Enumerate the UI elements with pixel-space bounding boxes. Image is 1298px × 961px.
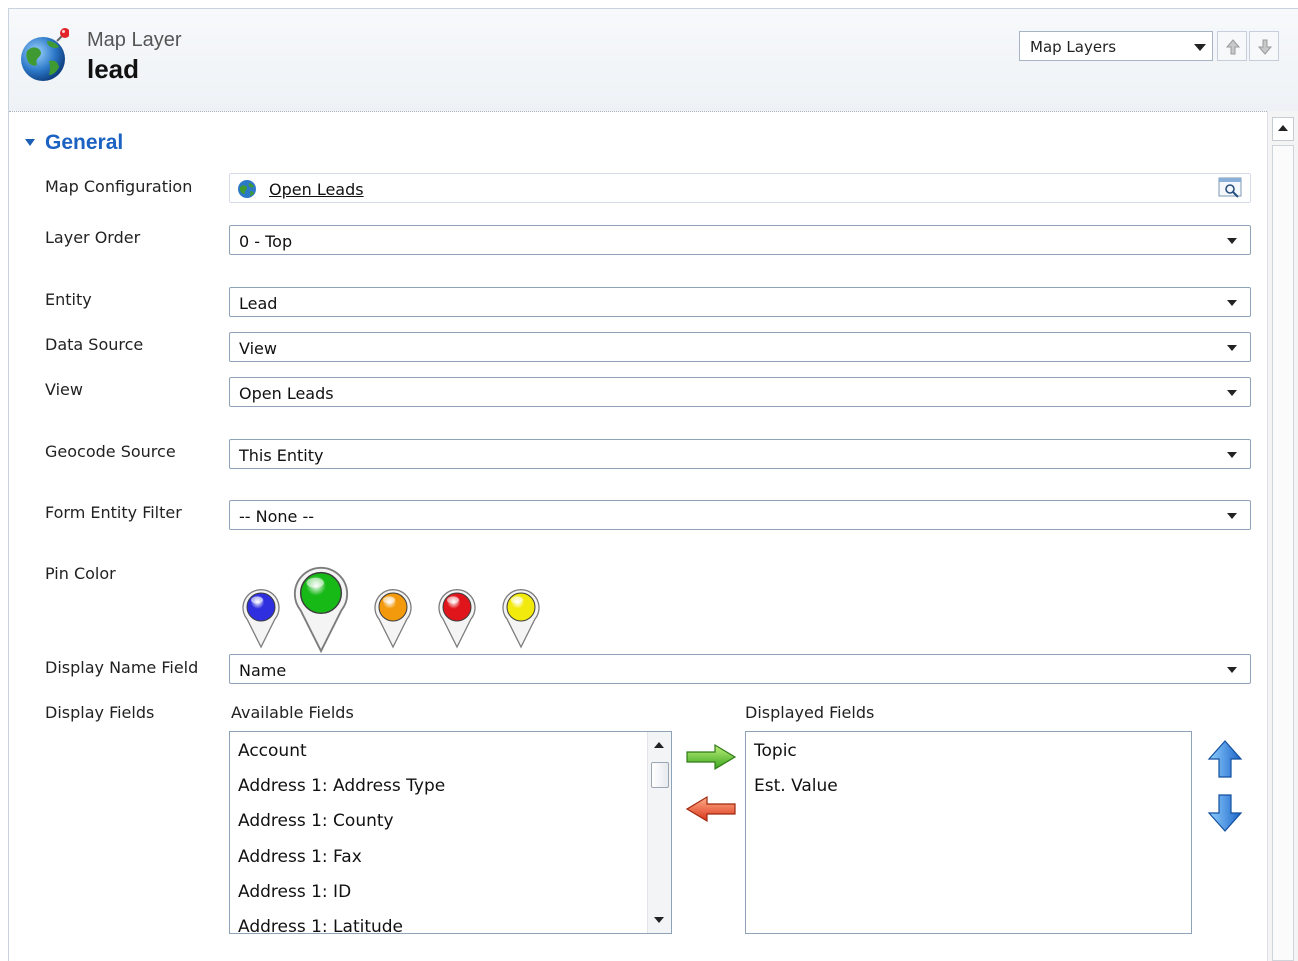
previous-record-button[interactable]: [1217, 31, 1247, 61]
list-item[interactable]: Address 1: County: [238, 811, 394, 831]
view-label: View: [45, 380, 83, 399]
entity-type-label: Map Layer: [87, 29, 182, 51]
pin-color-label: Pin Color: [45, 564, 116, 583]
record-title: lead: [87, 54, 140, 84]
view-select[interactable]: Open Leads: [229, 377, 1251, 407]
form-entity-filter-value: -- None --: [239, 507, 315, 526]
displayed-fields-list[interactable]: Topic Est. Value: [745, 731, 1192, 934]
map-layers-nav-select[interactable]: Map Layers: [1019, 31, 1213, 61]
lookup-search-icon[interactable]: [1218, 177, 1244, 199]
data-source-label: Data Source: [45, 335, 144, 354]
list-item[interactable]: Account: [238, 741, 307, 761]
globe-icon: [21, 28, 69, 81]
list-item[interactable]: Est. Value: [754, 776, 838, 796]
list-item[interactable]: Topic: [754, 741, 797, 761]
scroll-down-icon[interactable]: [654, 917, 664, 923]
next-record-button[interactable]: [1249, 31, 1279, 61]
globe-icon: [238, 180, 256, 198]
list-item[interactable]: Address 1: ID: [238, 882, 351, 902]
list-item[interactable]: Address 1: Address Type: [238, 776, 445, 796]
geocode-source-select[interactable]: This Entity: [229, 439, 1251, 469]
move-down-icon[interactable]: [1207, 793, 1243, 833]
remove-field-arrow-icon[interactable]: [685, 795, 737, 823]
available-fields-scrollbar[interactable]: [647, 732, 671, 933]
pin-yellow-icon[interactable]: [499, 585, 543, 649]
display-name-field-select[interactable]: Name: [229, 654, 1251, 684]
list-item[interactable]: Address 1: Fax: [238, 847, 362, 867]
arrow-up-icon: [1226, 39, 1240, 55]
form-scrollbar[interactable]: [1267, 111, 1298, 961]
list-item[interactable]: Address 1: Latitude: [238, 917, 403, 933]
data-source-value: View: [239, 339, 277, 358]
chevron-down-icon: [1227, 345, 1237, 351]
chevron-down-icon: [1227, 667, 1237, 673]
pin-blue-icon[interactable]: [239, 585, 283, 649]
collapse-toggle-icon[interactable]: [25, 139, 35, 146]
section-title-general[interactable]: General: [45, 131, 123, 155]
data-source-select[interactable]: View: [229, 332, 1251, 362]
chevron-down-icon: [1227, 390, 1237, 396]
displayed-fields-label: Displayed Fields: [745, 703, 875, 722]
chevron-down-icon: [1227, 300, 1237, 306]
form-entity-filter-select[interactable]: -- None --: [229, 500, 1251, 530]
arrow-down-icon: [1258, 39, 1272, 55]
chevron-down-icon: [1227, 513, 1237, 519]
add-field-arrow-icon[interactable]: [685, 743, 737, 771]
entity-label: Entity: [45, 290, 92, 309]
layer-order-select[interactable]: 0 - Top: [229, 225, 1251, 255]
scroll-up-icon[interactable]: [654, 742, 664, 748]
available-fields-list[interactable]: Account Address 1: Address Type Address …: [229, 731, 672, 934]
geocode-source-value: This Entity: [239, 446, 324, 465]
chevron-down-icon: [1227, 238, 1237, 244]
form-entity-filter-label: Form Entity Filter: [45, 503, 182, 522]
map-configuration-lookup[interactable]: Open Leads: [229, 173, 1251, 203]
pin-orange-icon[interactable]: [371, 585, 415, 649]
chevron-down-icon: [1194, 44, 1206, 51]
nav-select-value: Map Layers: [1030, 38, 1117, 56]
form-frame: Map Layer lead Map Layers General Map Co…: [8, 8, 1298, 961]
scroll-up-icon[interactable]: [1272, 117, 1294, 141]
move-up-icon[interactable]: [1207, 739, 1243, 779]
view-value: Open Leads: [239, 384, 334, 403]
entity-value: Lead: [239, 294, 278, 313]
pin-red-icon[interactable]: [435, 585, 479, 649]
display-name-field-value: Name: [239, 661, 287, 680]
geocode-source-label: Geocode Source: [45, 442, 176, 461]
map-configuration-label: Map Configuration: [45, 177, 193, 196]
scrollbar-thumb[interactable]: [651, 762, 669, 788]
pin-green-icon[interactable]: [289, 561, 353, 654]
entity-select[interactable]: Lead: [229, 287, 1251, 317]
map-configuration-link[interactable]: Open Leads: [269, 180, 364, 199]
chevron-down-icon: [1227, 452, 1237, 458]
form-header: Map Layer lead Map Layers: [9, 9, 1298, 112]
scrollbar-thumb[interactable]: [1272, 145, 1294, 961]
layer-order-value: 0 - Top: [239, 232, 293, 251]
display-name-field-label: Display Name Field: [45, 658, 199, 677]
display-fields-label: Display Fields: [45, 703, 155, 722]
available-fields-label: Available Fields: [231, 703, 354, 722]
layer-order-label: Layer Order: [45, 228, 141, 247]
